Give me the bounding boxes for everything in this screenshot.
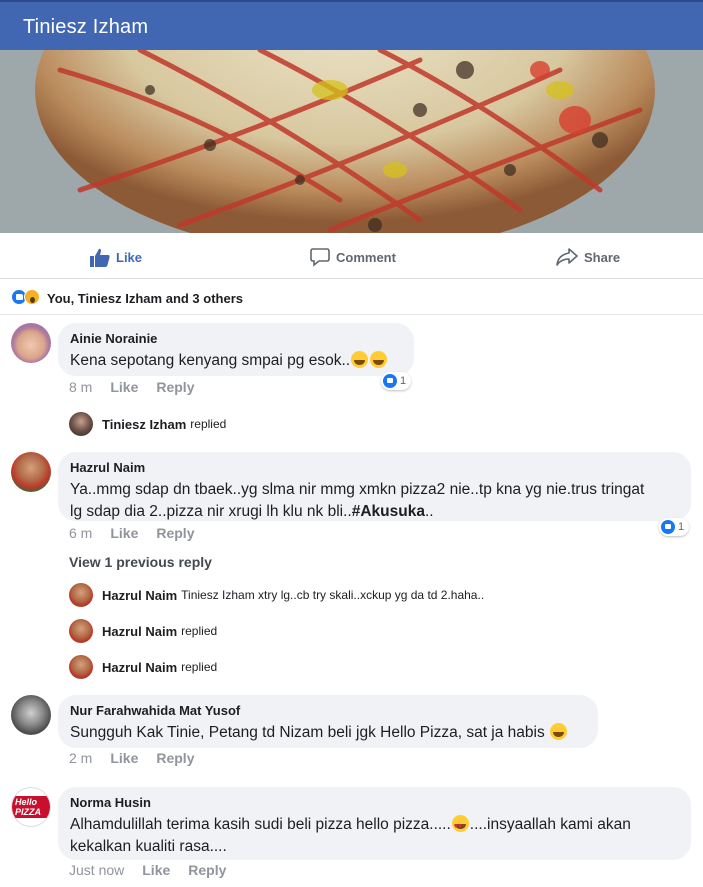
- view-previous-replies-link[interactable]: View 1 previous reply: [69, 554, 212, 570]
- reply-suffix: replied: [190, 417, 227, 431]
- comment-time: 6 m: [69, 525, 93, 541]
- reply-suffix: replied: [181, 624, 218, 638]
- top-bar: Tiniesz Izham: [0, 0, 703, 50]
- reply-preview[interactable]: Hazrul Naim Tiniesz Izham xtry lg..cb tr…: [69, 583, 484, 607]
- reply-author: Hazrul Naim: [102, 587, 178, 603]
- comment-like-link[interactable]: Like: [110, 750, 138, 766]
- comment-meta: 6 m Like Reply: [69, 525, 194, 541]
- comment-like-link[interactable]: Like: [142, 862, 170, 878]
- comment-reply-link[interactable]: Reply: [156, 379, 194, 395]
- reply-preview[interactable]: Hazrul Naim replied: [69, 655, 217, 679]
- comment-reply-link[interactable]: Reply: [156, 750, 194, 766]
- share-button[interactable]: Share: [556, 246, 620, 268]
- post-photo[interactable]: [0, 50, 703, 233]
- hashtag-link[interactable]: #Akusuka: [352, 503, 425, 520]
- post-action-bar: Like Comment Share: [0, 233, 703, 279]
- comment-bubble: Hazrul Naim Ya..mmg sdap dn tbaek..yg sl…: [58, 452, 691, 521]
- reply-preview[interactable]: Hazrul Naim replied: [69, 619, 217, 643]
- replies-summary[interactable]: Tiniesz Izham replied: [69, 412, 226, 436]
- reply-author: Hazrul Naim: [102, 623, 178, 639]
- comment-meta: 8 m Like Reply: [69, 379, 194, 395]
- comment-time: 2 m: [69, 750, 93, 766]
- avatar[interactable]: [11, 323, 51, 363]
- comment-like-link[interactable]: Like: [110, 379, 138, 395]
- comment-bubble: Nur Farahwahida Mat Yusof Sungguh Kak Ti…: [58, 695, 598, 748]
- reply-text: Tiniesz Izham xtry lg..cb try skali..xck…: [181, 588, 485, 602]
- comment-reply-link[interactable]: Reply: [188, 862, 226, 878]
- comment-text: Ya..mmg sdap dn tbaek..yg slma nir mmg x…: [70, 481, 645, 520]
- comment-author[interactable]: Nur Farahwahida Mat Yusof: [70, 703, 586, 719]
- comment-button[interactable]: Comment: [310, 246, 396, 268]
- heart-eyes-emoji-icon: [451, 815, 469, 838]
- comment-reaction-count[interactable]: 1: [659, 518, 690, 536]
- avatar[interactable]: [11, 695, 51, 735]
- hello-pizza-logo: Hello PIZZA: [12, 796, 50, 818]
- share-label: Share: [584, 249, 621, 265]
- grinning-emoji-icon: [351, 351, 369, 368]
- comment-like-link[interactable]: Like: [110, 525, 138, 541]
- like-label: Like: [116, 249, 143, 265]
- comment-meta: 2 m Like Reply: [69, 750, 194, 766]
- comment-author[interactable]: Hazrul Naim: [70, 460, 679, 476]
- like-reaction-icon: [661, 520, 675, 534]
- avatar: [69, 655, 93, 679]
- reactions-text: You, Tiniesz Izham and 3 others: [47, 291, 244, 306]
- comment-bubble: Ainie Norainie Kena sepotang kenyang smp…: [58, 323, 414, 376]
- avatar[interactable]: [11, 452, 51, 492]
- comment-bubble: Norma Husin Alhamdulillah terima kasih s…: [58, 787, 691, 860]
- reply-suffix: replied: [181, 660, 218, 674]
- avatar[interactable]: Hello PIZZA: [11, 787, 51, 827]
- like-button[interactable]: Like: [90, 246, 142, 268]
- comment-time: 8 m: [69, 379, 93, 395]
- share-icon: [556, 248, 578, 266]
- like-reaction-icon: [383, 374, 397, 388]
- thumbs-up-icon: [90, 248, 110, 267]
- avatar: [69, 583, 93, 607]
- comment-reply-link[interactable]: Reply: [156, 525, 194, 541]
- pizza-image: [0, 50, 703, 233]
- comment-text: Kena sepotang kenyang smpai pg esok..: [70, 350, 402, 372]
- page-title[interactable]: Tiniesz Izham: [23, 16, 148, 39]
- reply-author: Hazrul Naim: [102, 659, 178, 675]
- grinning-emoji-icon: [550, 723, 568, 740]
- comment-label: Comment: [336, 249, 396, 265]
- comment-meta: Just now Like Reply: [69, 862, 226, 878]
- comment-text: Alhamdulillah terima kasih sudi beli piz…: [70, 814, 679, 858]
- comment-reaction-count[interactable]: 1: [381, 372, 412, 390]
- comment-text: Sungguh Kak Tinie, Petang td Nizam beli …: [70, 722, 586, 744]
- reaction-icons: [11, 289, 40, 305]
- comment-author[interactable]: Norma Husin: [70, 795, 679, 811]
- avatar: [69, 619, 93, 643]
- reactions-summary[interactable]: You, Tiniesz Izham and 3 others: [0, 279, 703, 315]
- wow-reaction-icon: [24, 289, 40, 305]
- comment-time: Just now: [69, 862, 125, 878]
- comment-author[interactable]: Ainie Norainie: [70, 331, 402, 347]
- reply-author: Tiniesz Izham: [102, 416, 187, 432]
- avatar: [69, 412, 93, 436]
- comment-icon: [310, 248, 330, 267]
- grinning-emoji-icon: [370, 351, 388, 368]
